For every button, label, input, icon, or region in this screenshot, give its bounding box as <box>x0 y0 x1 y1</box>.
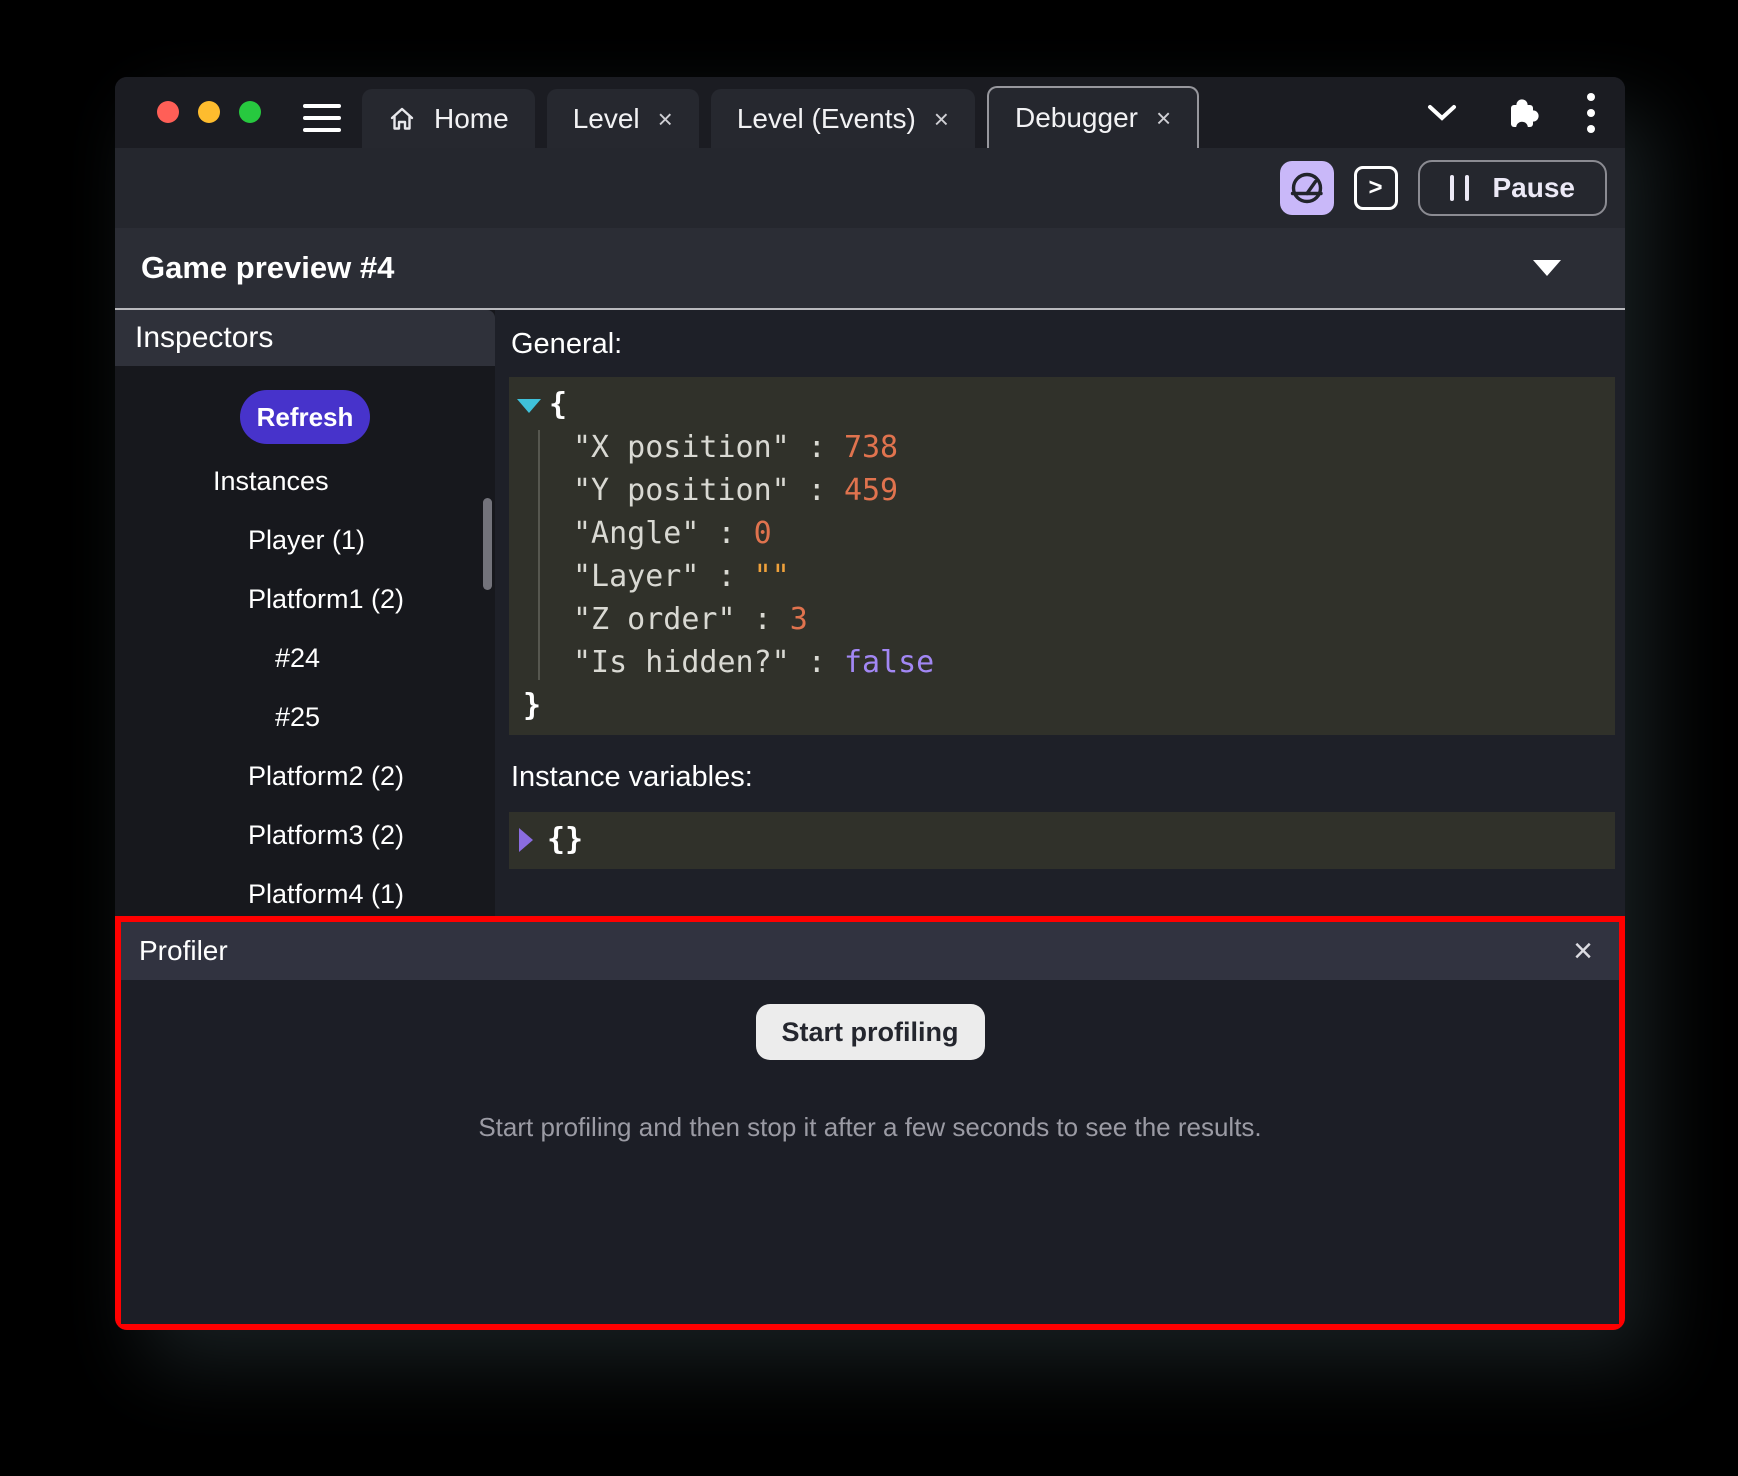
preview-title: Game preview #4 <box>141 250 394 286</box>
inspectors-sidebar: Inspectors Refresh Instances Player (1) … <box>115 310 495 916</box>
json-row: "Layer" : "" <box>573 555 1605 598</box>
json-sep: : <box>790 473 844 508</box>
json-key: "Is hidden?" <box>573 645 790 680</box>
json-value: false <box>844 645 934 680</box>
tab-level-events[interactable]: Level (Events) × <box>711 89 975 148</box>
profiler-header: Profiler × <box>121 922 1619 980</box>
start-profiling-button[interactable]: Start profiling <box>756 1004 985 1060</box>
app-window: Home Level × Level (Events) × Debugger × <box>115 77 1625 1330</box>
menu-icon[interactable] <box>303 104 341 132</box>
tab-home[interactable]: Home <box>362 89 535 148</box>
debugger-toolbar: > Pause <box>115 148 1625 228</box>
tree-item-25[interactable]: #25 <box>115 688 495 747</box>
window-controls <box>157 101 261 123</box>
inspectors-header: Inspectors <box>115 310 495 366</box>
json-key: "Layer" <box>573 559 699 594</box>
tree-item-platform2[interactable]: Platform2 (2) <box>115 747 495 806</box>
json-value: 3 <box>790 602 808 637</box>
debugger-content: Inspectors Refresh Instances Player (1) … <box>115 310 1625 916</box>
general-json-view: { "X position" : 738 "Y position" : 459 … <box>509 377 1615 735</box>
home-icon <box>388 105 416 133</box>
tree-item-24[interactable]: #24 <box>115 629 495 688</box>
console-button[interactable]: > <box>1354 166 1398 210</box>
inspectors-title: Inspectors <box>135 321 273 355</box>
chevron-down-icon[interactable] <box>1427 104 1457 122</box>
tree-item-platform3[interactable]: Platform3 (2) <box>115 806 495 865</box>
prompt-icon: > <box>1368 174 1382 202</box>
json-row: "Is hidden?" : false <box>573 641 1605 684</box>
tab-bar: Home Level × Level (Events) × Debugger × <box>115 77 1625 148</box>
kebab-menu-icon[interactable] <box>1587 93 1595 133</box>
close-icon[interactable]: × <box>1573 934 1593 968</box>
pause-icon <box>1450 175 1469 201</box>
profiler-title: Profiler <box>139 935 228 967</box>
json-key: "Angle" <box>573 516 699 551</box>
tab-label: Home <box>434 103 509 135</box>
json-key: "X position" <box>573 430 790 465</box>
close-window-button[interactable] <box>157 101 179 123</box>
caret-down-icon <box>1533 260 1561 276</box>
json-sep: : <box>699 559 753 594</box>
general-label: General: <box>511 328 1615 361</box>
json-key: "Y position" <box>573 473 790 508</box>
pause-label: Pause <box>1493 172 1576 204</box>
json-rows: "X position" : 738 "Y position" : 459 "A… <box>515 426 1605 684</box>
json-row: "Y position" : 459 <box>573 469 1605 512</box>
pause-button[interactable]: Pause <box>1418 160 1608 216</box>
tab-label: Level <box>573 103 640 135</box>
close-icon[interactable]: × <box>658 106 673 132</box>
empty-object: {} <box>547 822 583 857</box>
close-icon[interactable]: × <box>934 106 949 132</box>
expand-icon[interactable] <box>519 828 533 852</box>
instance-variables-label: Instance variables: <box>511 761 1615 794</box>
instance-variables-json-view: {} <box>509 812 1615 869</box>
open-brace: { <box>549 387 567 422</box>
tab-debugger[interactable]: Debugger × <box>987 86 1199 148</box>
close-brace: } <box>515 688 541 723</box>
json-row: "Angle" : 0 <box>573 512 1605 555</box>
inspector-panel: General: { "X position" : 738 "Y positio… <box>495 310 1625 916</box>
profiler-panel: Profiler × Start profiling Start profili… <box>115 916 1625 1330</box>
menu-bar <box>303 116 341 120</box>
tree-item-player[interactable]: Player (1) <box>115 511 495 570</box>
instances-tree: Instances Player (1) Platform1 (2) #24 #… <box>115 452 495 916</box>
minimize-window-button[interactable] <box>198 101 220 123</box>
json-sep: : <box>699 516 753 551</box>
close-icon[interactable]: × <box>1156 105 1171 131</box>
json-sep: : <box>736 602 790 637</box>
json-row: "X position" : 738 <box>573 426 1605 469</box>
profiler-description: Start profiling and then stop it after a… <box>478 1112 1261 1143</box>
profiler-toggle-button[interactable] <box>1280 161 1334 215</box>
collapse-icon[interactable] <box>517 399 541 413</box>
tab-strip: Home Level × Level (Events) × Debugger × <box>362 86 1211 148</box>
json-sep: : <box>790 430 844 465</box>
json-value: 738 <box>844 430 898 465</box>
json-value: 0 <box>754 516 772 551</box>
profiler-body: Start profiling Start profiling and then… <box>121 980 1619 1324</box>
json-value: 459 <box>844 473 898 508</box>
extensions-puzzle-icon[interactable] <box>1503 94 1541 132</box>
game-preview-selector[interactable]: Game preview #4 <box>115 228 1625 310</box>
sidebar-scrollbar[interactable] <box>483 498 492 590</box>
zoom-window-button[interactable] <box>239 101 261 123</box>
tab-label: Level (Events) <box>737 103 916 135</box>
menu-bar <box>303 128 341 132</box>
tree-item-instances[interactable]: Instances <box>115 452 495 511</box>
json-key: "Z order" <box>573 602 736 637</box>
json-value: "" <box>754 559 790 594</box>
json-row: "Z order" : 3 <box>573 598 1605 641</box>
tab-level[interactable]: Level × <box>547 89 699 148</box>
menu-bar <box>303 104 341 108</box>
tree-item-platform1[interactable]: Platform1 (2) <box>115 570 495 629</box>
tabbar-actions <box>1427 77 1595 148</box>
refresh-button[interactable]: Refresh <box>240 390 370 444</box>
tree-item-platform4[interactable]: Platform4 (1) <box>115 865 495 916</box>
tab-label: Debugger <box>1015 102 1138 134</box>
json-sep: : <box>790 645 844 680</box>
